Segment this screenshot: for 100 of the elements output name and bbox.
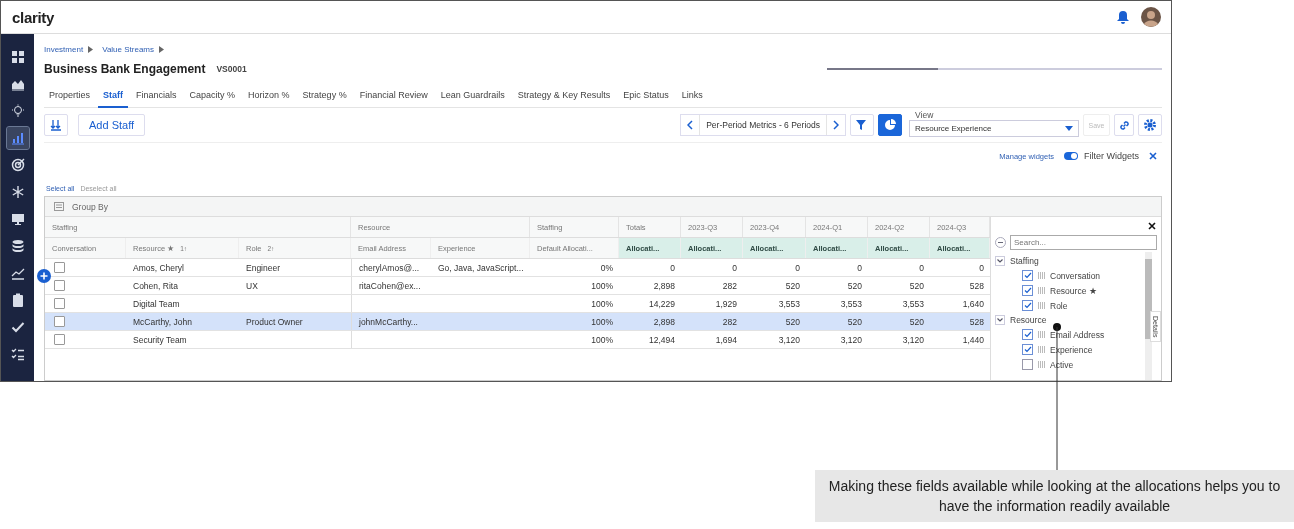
table-cell: 528 [969, 316, 984, 327]
field-checkbox[interactable] [1022, 285, 1033, 296]
record-id: VS0001 [216, 64, 247, 74]
table-row[interactable]: Cohen, Rita UX ritaCohen@ex... 100% 2,898 282 520 520 520 528 [45, 277, 990, 295]
bell-icon[interactable] [1116, 9, 1130, 25]
link-icon [1118, 119, 1130, 131]
caret-icon [159, 46, 164, 53]
table-cell: 12,494 [649, 334, 675, 345]
table-row[interactable]: McCarthy, John Product Owner johnMcCarthy... 100% 2,898 282 520 520 520 528 [45, 313, 990, 331]
breadcrumb-link[interactable]: Value Streams [102, 45, 154, 54]
table-cell: 528 [969, 280, 984, 291]
line-chart-icon [10, 266, 25, 280]
field-label: Role [1050, 300, 1068, 311]
table-row[interactable]: Security Team 100% 12,494 1,694 3,120 3,120 3,120 1,440 [45, 331, 990, 349]
breadcrumb-link[interactable]: Investment [44, 45, 84, 54]
checklist-icon [10, 347, 25, 361]
table-cell: 2,898 [653, 316, 675, 327]
clipboard-icon [10, 293, 25, 307]
table-cell: 1,440 [962, 334, 984, 345]
table-cell: Amos, Cheryl [133, 262, 184, 273]
field-checkbox[interactable] [1022, 344, 1033, 355]
table-cell: 1,640 [962, 298, 984, 309]
table-row[interactable]: Digital Team 100% 14,229 1,929 3,553 3,553 3,553 1,640 [45, 295, 990, 313]
table-cell: 0 [979, 262, 984, 273]
tab[interactable]: Strategy % [297, 88, 352, 106]
table-cell: 520 [785, 280, 800, 291]
tab[interactable]: Lean Guardrails [435, 88, 510, 106]
group-icon [54, 202, 64, 211]
tab[interactable]: Properties [44, 88, 96, 106]
close-icon[interactable] [1148, 222, 1156, 230]
field-checkbox[interactable] [1022, 359, 1033, 370]
tab[interactable]: Staff [98, 88, 129, 108]
collapse-all-icon[interactable] [995, 237, 1006, 248]
widgets-button[interactable] [878, 114, 902, 136]
drag-handle-icon[interactable] [1038, 272, 1045, 279]
row-checkbox[interactable] [54, 298, 65, 309]
field-checkbox[interactable] [1022, 300, 1033, 311]
search-field[interactable]: Search... [1010, 235, 1157, 250]
tree-group-label: Staffing [1010, 256, 1039, 266]
drag-handle-icon[interactable] [1038, 346, 1045, 353]
field-checkbox[interactable] [1022, 270, 1033, 281]
table-cell: ritaCohen@ex... [359, 280, 421, 291]
table-cell: Product Owner [246, 316, 303, 327]
table-cell: 3,553 [902, 298, 924, 309]
table-cell: 0 [795, 262, 800, 273]
table-cell: 282 [722, 316, 737, 327]
add-row-icon[interactable] [37, 269, 51, 283]
tab[interactable]: Financials [131, 88, 182, 106]
table-cell: 100% [591, 298, 613, 309]
row-checkbox[interactable] [54, 334, 65, 345]
expand-toggle-icon[interactable] [995, 315, 1005, 325]
row-checkbox[interactable] [54, 280, 65, 291]
table-cell: 520 [847, 316, 862, 327]
table-cell: 0% [600, 262, 613, 273]
drag-handle-icon[interactable] [1038, 287, 1045, 294]
tab[interactable]: Epic Status [618, 88, 674, 106]
table-cell: 3,553 [840, 298, 862, 309]
table-cell: UX [246, 280, 258, 291]
page-title: Business Bank Engagement [44, 62, 206, 76]
table-cell: 282 [722, 280, 737, 291]
table-cell: johnMcCarthy... [359, 316, 418, 327]
tab[interactable]: Financial Review [354, 88, 433, 106]
row-checkbox[interactable] [54, 262, 65, 273]
tree-group-label: Resource [1010, 315, 1047, 325]
add-staff-button[interactable]: Add Staff [78, 114, 146, 136]
tab[interactable]: Capacity % [184, 88, 241, 106]
table-cell: 3,553 [778, 298, 800, 309]
tab[interactable]: Horizon % [243, 88, 295, 106]
table-cell: Engineer [246, 262, 281, 273]
filter-widgets-toggle[interactable] [1064, 152, 1078, 160]
table-cell: 0 [732, 262, 737, 273]
filter-icon [856, 119, 868, 131]
sort-button[interactable] [44, 114, 68, 136]
database-icon [10, 239, 25, 253]
table-cell: cherylAmos@... [359, 262, 420, 273]
monitor-icon [10, 212, 25, 226]
caret-icon [88, 46, 94, 53]
chevron-left-icon [687, 120, 694, 130]
avatar[interactable] [1141, 7, 1161, 27]
drag-handle-icon[interactable] [1038, 331, 1045, 338]
table-cell: Security Team [133, 334, 187, 345]
field-checkbox[interactable] [1022, 329, 1033, 340]
table-cell: Cohen, Rita [133, 280, 178, 291]
link-button[interactable] [1114, 114, 1134, 136]
group-by-label: Group By [72, 201, 108, 212]
settings-button[interactable] [1138, 114, 1162, 136]
drag-handle-icon[interactable] [1038, 302, 1045, 309]
tab[interactable]: Links [676, 88, 708, 106]
table-cell: McCarthy, John [133, 316, 192, 327]
row-checkbox[interactable] [54, 316, 65, 327]
drag-handle-icon[interactable] [1038, 361, 1045, 368]
table-cell: Go, Java, JavaScript... [438, 262, 524, 273]
table-cell: 100% [591, 334, 613, 345]
tab[interactable]: Strategy & Key Results [512, 88, 616, 106]
expand-toggle-icon[interactable] [995, 256, 1005, 266]
filter-button[interactable] [850, 114, 874, 136]
chevron-right-icon [833, 120, 839, 130]
table-cell: 520 [785, 316, 800, 327]
table-cell: 520 [909, 280, 924, 291]
scrollbar[interactable] [1145, 252, 1152, 380]
